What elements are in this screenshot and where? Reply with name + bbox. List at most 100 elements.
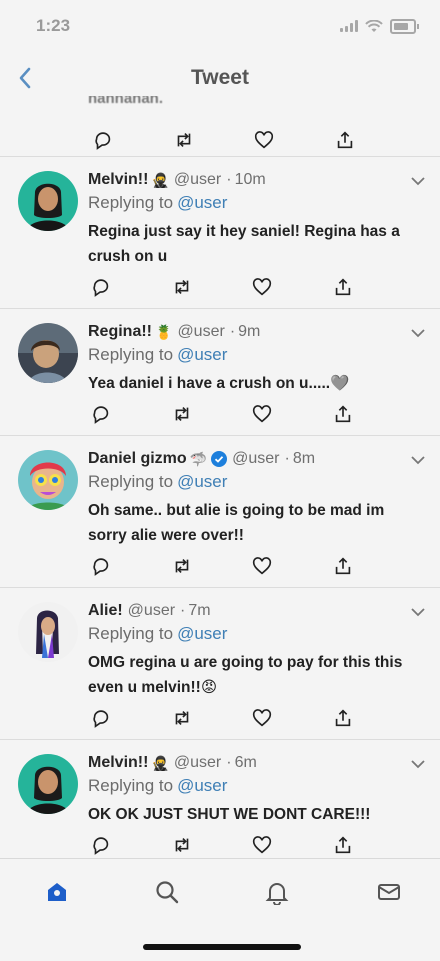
tweet-partial[interactable]: hahhahah.	[0, 96, 440, 157]
replying-label: Replying to	[88, 472, 174, 491]
chevron-down-icon[interactable]	[410, 606, 426, 618]
share-icon[interactable]	[332, 403, 354, 425]
display-name[interactable]: Melvin!!	[88, 169, 148, 191]
chevron-down-icon[interactable]	[410, 175, 426, 187]
reply-icon[interactable]	[90, 555, 112, 577]
like-icon[interactable]	[251, 555, 273, 577]
replying-to: Replying to @user	[88, 472, 424, 492]
tweet[interactable]: Regina!! 🍍 @user 9m Replying to@user Yea…	[0, 309, 440, 436]
replying-user-link[interactable]: @user	[177, 193, 227, 212]
avatar[interactable]	[18, 450, 78, 510]
tweet-time: 9m	[230, 321, 260, 343]
name-emoji: 🍍	[155, 324, 173, 340]
back-arrow-icon[interactable]	[14, 64, 38, 92]
chevron-down-icon[interactable]	[410, 758, 426, 770]
tweet[interactable]: Melvin!! 🥷 @user 10m Replying to@user Re…	[0, 157, 440, 309]
tweet[interactable]: Melvin!! 🥷 @user 6m Replying to@user OK …	[0, 740, 440, 867]
replying-user-link[interactable]: @user	[177, 624, 227, 643]
name-emoji: 🥷	[151, 172, 169, 188]
wifi-icon	[365, 19, 383, 32]
tweet[interactable]: Daniel gizmo 🦈 @user 8m Replying to@user…	[0, 436, 440, 588]
messages-icon[interactable]	[376, 879, 402, 905]
home-icon[interactable]	[44, 879, 70, 905]
reply-icon[interactable]	[90, 707, 112, 729]
replying-user-link[interactable]: @user	[177, 776, 227, 795]
tweet-actions	[88, 555, 354, 577]
share-icon[interactable]	[332, 276, 354, 298]
tweet-time: 7m	[180, 600, 210, 622]
user-handle[interactable]: @user	[232, 448, 279, 470]
like-icon[interactable]	[251, 834, 273, 856]
tweet-actions	[88, 834, 354, 856]
tweet-time: 6m	[226, 752, 257, 774]
retweet-icon[interactable]	[171, 403, 193, 425]
share-icon[interactable]	[334, 129, 356, 151]
avatar[interactable]	[18, 323, 78, 383]
tweet-text: Yea daniel i have a crush on u.....🩶	[88, 375, 350, 392]
display-name[interactable]: Alie!	[88, 600, 123, 622]
retweet-icon[interactable]	[171, 276, 193, 298]
like-icon[interactable]	[253, 129, 275, 151]
replying-user-link[interactable]: @user	[177, 472, 227, 491]
home-indicator[interactable]	[143, 944, 301, 950]
tweet-time: 10m	[226, 169, 266, 191]
battery-icon	[390, 18, 419, 34]
avatar[interactable]	[18, 754, 78, 814]
retweet-icon[interactable]	[171, 834, 193, 856]
avatar[interactable]	[18, 602, 78, 662]
replying-user-link[interactable]: @user	[177, 345, 227, 364]
like-icon[interactable]	[251, 276, 273, 298]
replying-to: Replying to @user	[88, 776, 424, 796]
replying-label: Replying to	[88, 193, 174, 212]
notifications-icon[interactable]	[264, 879, 290, 905]
retweet-icon[interactable]	[173, 129, 195, 151]
replying-label: Replying to	[88, 624, 174, 643]
retweet-icon[interactable]	[171, 555, 193, 577]
tweet[interactable]: Alie! @user 7m Replying to@user OMG regi…	[0, 588, 440, 740]
reply-icon[interactable]	[92, 129, 114, 151]
display-name[interactable]: Melvin!!	[88, 752, 148, 774]
tweet-text: OMG regina u are going to pay for this t…	[88, 654, 403, 696]
replying-label: Replying to	[88, 776, 174, 795]
tweet-text: hahhahah.	[88, 96, 164, 107]
reply-icon[interactable]	[90, 276, 112, 298]
tweet-text: OK OK JUST SHUT WE DONT CARE!!!	[88, 806, 371, 823]
like-icon[interactable]	[251, 403, 273, 425]
tweet-text: Oh same.. but alie is going to be mad im…	[88, 502, 385, 544]
display-name[interactable]: Regina!!	[88, 321, 152, 343]
display-name[interactable]: Daniel gizmo	[88, 448, 187, 470]
replying-to: Replying to @user	[88, 345, 424, 365]
user-handle[interactable]: @user	[174, 752, 221, 774]
name-emoji: 🦈	[189, 451, 208, 467]
chevron-down-icon[interactable]	[410, 454, 426, 466]
tweet-text: Regina just say it hey saniel! Regina ha…	[88, 223, 400, 265]
tweet-time: 8m	[285, 448, 315, 470]
share-icon[interactable]	[332, 555, 354, 577]
search-icon[interactable]	[154, 879, 180, 905]
share-icon[interactable]	[332, 707, 354, 729]
user-handle[interactable]: @user	[128, 600, 175, 622]
chevron-down-icon[interactable]	[410, 327, 426, 339]
status-time: 1:23	[36, 16, 71, 35]
replying-to: Replying to @user	[88, 193, 424, 213]
status-icons	[340, 18, 419, 34]
tweet-actions	[90, 129, 356, 151]
reply-icon[interactable]	[90, 834, 112, 856]
name-emoji: 🥷	[151, 755, 169, 771]
tweet-actions	[88, 707, 354, 729]
tweet-actions	[88, 403, 354, 425]
verified-badge-icon	[211, 451, 228, 467]
user-handle[interactable]: @user	[177, 321, 224, 343]
status-bar: 1:23	[0, 0, 440, 52]
like-icon[interactable]	[251, 707, 273, 729]
reply-icon[interactable]	[90, 403, 112, 425]
tweet-thread: hahhahah. Melvin!! 🥷 @user 10m Replying …	[0, 96, 440, 867]
share-icon[interactable]	[332, 834, 354, 856]
replying-to: Replying to @user	[88, 624, 424, 644]
signal-icon	[340, 20, 358, 32]
user-handle[interactable]: @user	[174, 169, 221, 191]
avatar[interactable]	[18, 171, 78, 231]
tweet-actions	[88, 276, 354, 298]
page-title: Tweet	[191, 66, 249, 89]
retweet-icon[interactable]	[171, 707, 193, 729]
